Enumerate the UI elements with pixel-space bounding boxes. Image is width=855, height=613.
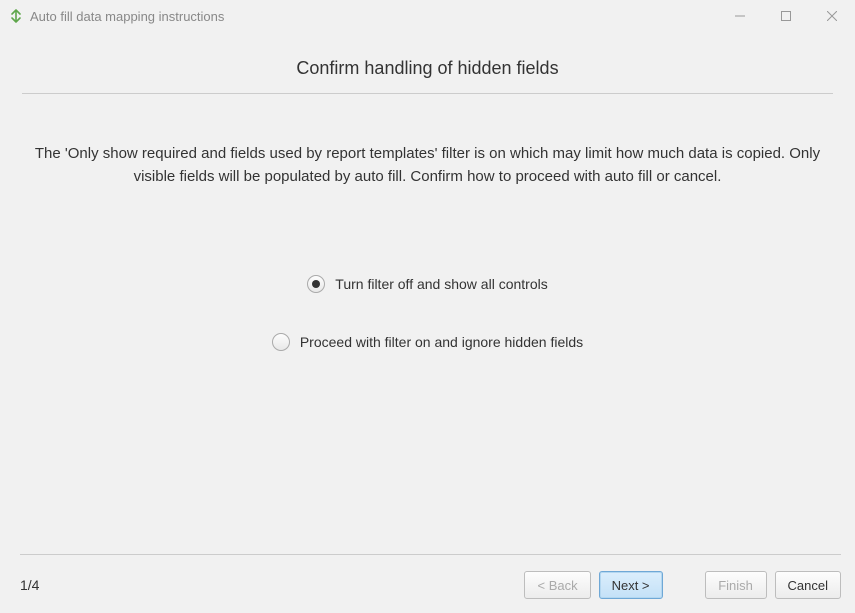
next-button[interactable]: Next >	[599, 571, 663, 599]
option-label: Turn filter off and show all controls	[335, 276, 547, 292]
footer: 1/4 < Back Next > Finish Cancel	[0, 554, 855, 613]
app-icon	[8, 8, 24, 24]
cancel-button[interactable]: Cancel	[775, 571, 841, 599]
window-controls	[717, 0, 855, 32]
title-divider	[22, 93, 833, 94]
page-indicator: 1/4	[20, 577, 516, 593]
page-description: The 'Only show required and fields used …	[22, 142, 833, 189]
radio-icon	[272, 333, 290, 351]
titlebar: Auto fill data mapping instructions	[0, 0, 855, 32]
close-button[interactable]	[809, 0, 855, 32]
maximize-button[interactable]	[763, 0, 809, 32]
footer-row: 1/4 < Back Next > Finish Cancel	[20, 571, 841, 599]
option-label: Proceed with filter on and ignore hidden…	[300, 334, 583, 350]
footer-divider	[20, 554, 841, 555]
minimize-button[interactable]	[717, 0, 763, 32]
finish-button[interactable]: Finish	[705, 571, 767, 599]
content-area: Confirm handling of hidden fields The 'O…	[0, 32, 855, 554]
options-group: Turn filter off and show all controls Pr…	[22, 275, 833, 351]
page-title: Confirm handling of hidden fields	[22, 58, 833, 79]
option-filter-on[interactable]: Proceed with filter on and ignore hidden…	[272, 333, 583, 351]
option-filter-off[interactable]: Turn filter off and show all controls	[307, 275, 547, 293]
back-button[interactable]: < Back	[524, 571, 590, 599]
window-title: Auto fill data mapping instructions	[30, 9, 717, 24]
radio-icon	[307, 275, 325, 293]
